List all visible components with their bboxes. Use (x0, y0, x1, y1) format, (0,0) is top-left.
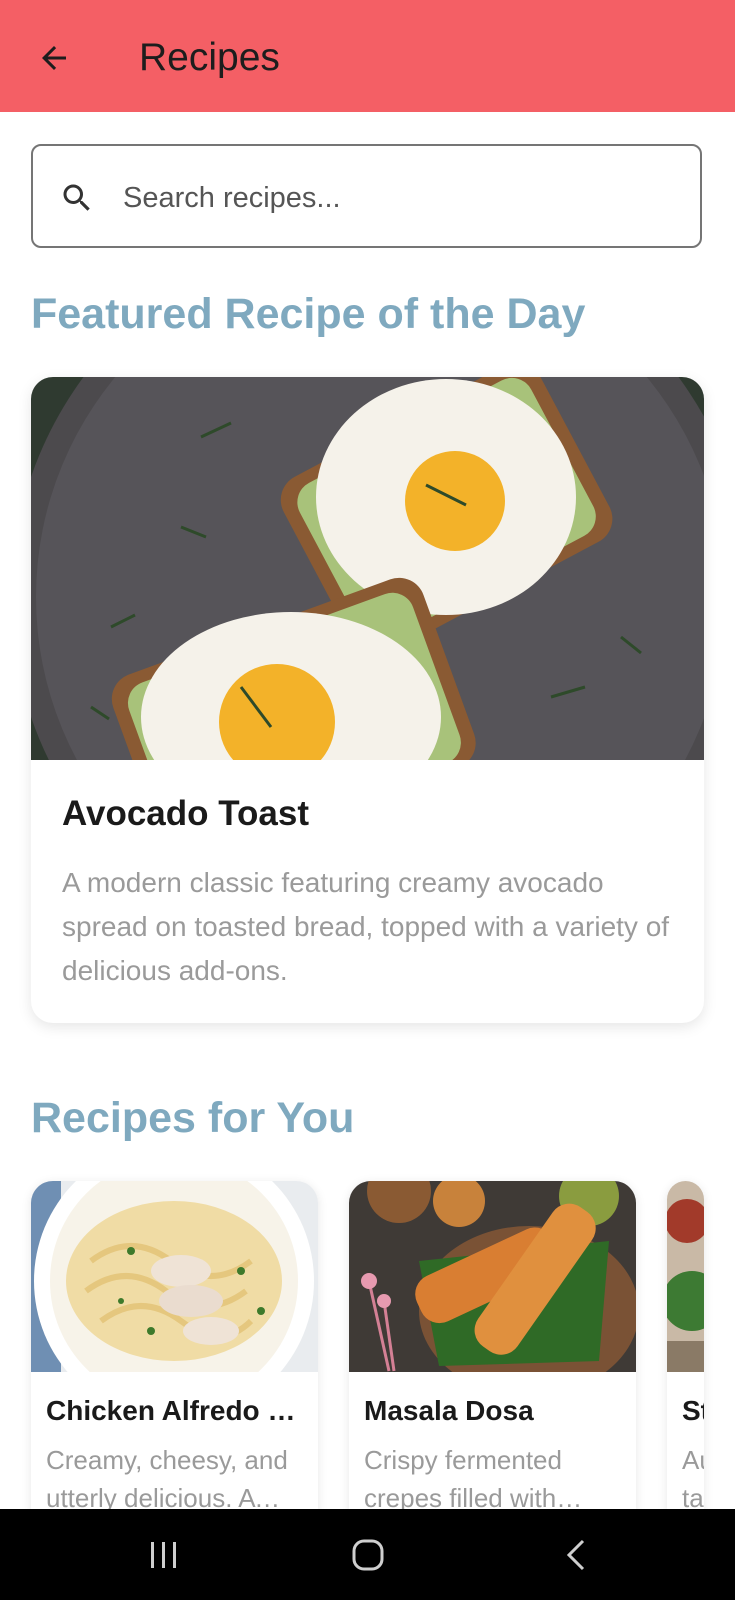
recipe-name: Masala Dosa (364, 1395, 534, 1426)
featured-section-title: Featured Recipe of the Day (31, 290, 586, 338)
recipe-card[interactable]: St Au ta (667, 1181, 704, 1511)
recents-button[interactable] (134, 1529, 194, 1581)
featured-recipe-card[interactable]: Avocado Toast A modern classic featuring… (31, 377, 704, 1023)
recipe-name: St (682, 1395, 704, 1426)
arrow-left-icon (42, 46, 66, 70)
featured-recipe-name: Avocado Toast (62, 794, 309, 833)
page-title: Recipes (139, 36, 280, 79)
recipe-card[interactable]: Masala Dosa Crispy fermented crepes fill… (349, 1181, 636, 1511)
search-input[interactable]: Search recipes... (31, 144, 702, 248)
recents-icon (151, 1542, 176, 1568)
recipe-card[interactable]: Chicken Alfredo Pasta Creamy, cheesy, an… (31, 1181, 318, 1511)
featured-recipe-image (31, 377, 704, 760)
system-back-button[interactable] (546, 1529, 606, 1581)
app-bar: Recipes (0, 0, 735, 112)
search-placeholder: Search recipes... (123, 182, 341, 214)
system-navigation-bar (0, 1509, 735, 1600)
recipe-description: Crispy fermented crepes filled with spic… (364, 1445, 562, 1511)
recipe-image (31, 1181, 318, 1372)
home-icon (352, 1539, 384, 1571)
back-icon (566, 1539, 585, 1571)
search-icon (63, 184, 90, 211)
recipe-image (667, 1181, 704, 1372)
for-you-section-title: Recipes for You (31, 1094, 355, 1142)
recipe-image (349, 1181, 636, 1372)
recipe-description: Au ta (682, 1445, 704, 1511)
featured-recipe-description: A modern classic featuring creamy avocad… (62, 867, 670, 986)
recipe-description: Creamy, cheesy, and utterly delicious. A… (46, 1445, 288, 1511)
home-button[interactable] (338, 1529, 398, 1581)
recipe-name: Chicken Alfredo Pasta (46, 1395, 301, 1426)
back-button[interactable] (30, 34, 78, 82)
